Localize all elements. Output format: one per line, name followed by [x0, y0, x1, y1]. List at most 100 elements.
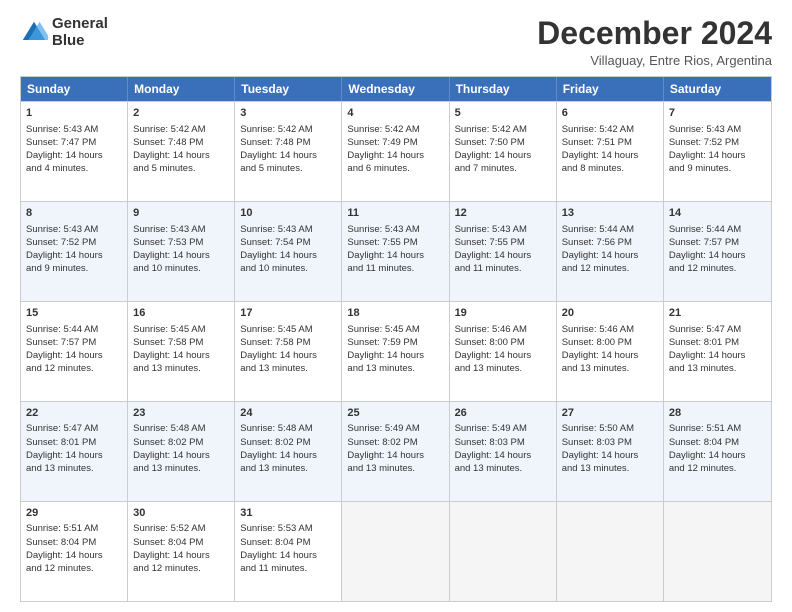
day-info-line: Sunset: 7:58 PM: [240, 336, 336, 349]
day-info-line: and 9 minutes.: [669, 162, 766, 175]
day-info-line: Sunset: 7:50 PM: [455, 136, 551, 149]
day-cell-17: 17Sunrise: 5:45 AMSunset: 7:58 PMDayligh…: [235, 302, 342, 401]
day-number: 15: [26, 306, 122, 321]
day-info-line: Sunrise: 5:45 AM: [133, 323, 229, 336]
day-info-line: Sunset: 7:52 PM: [669, 136, 766, 149]
day-info-line: Sunrise: 5:42 AM: [455, 123, 551, 136]
week-row-3: 15Sunrise: 5:44 AMSunset: 7:57 PMDayligh…: [21, 301, 771, 401]
day-number: 26: [455, 406, 551, 421]
day-info-line: Daylight: 14 hours: [26, 549, 122, 562]
day-info-line: Sunset: 7:51 PM: [562, 136, 658, 149]
day-number: 14: [669, 206, 766, 221]
title-block: December 2024 Villaguay, Entre Rios, Arg…: [537, 16, 772, 68]
day-info-line: Daylight: 14 hours: [133, 349, 229, 362]
day-info-line: and 11 minutes.: [347, 262, 443, 275]
day-cell-23: 23Sunrise: 5:48 AMSunset: 8:02 PMDayligh…: [128, 402, 235, 501]
day-cell-29: 29Sunrise: 5:51 AMSunset: 8:04 PMDayligh…: [21, 502, 128, 601]
day-info-line: Daylight: 14 hours: [26, 349, 122, 362]
day-number: 8: [26, 206, 122, 221]
day-info-line: and 5 minutes.: [240, 162, 336, 175]
day-number: 25: [347, 406, 443, 421]
day-info-line: and 13 minutes.: [240, 362, 336, 375]
logo-icon: [20, 19, 48, 47]
day-cell-19: 19Sunrise: 5:46 AMSunset: 8:00 PMDayligh…: [450, 302, 557, 401]
day-number: 24: [240, 406, 336, 421]
day-info-line: Sunset: 7:49 PM: [347, 136, 443, 149]
logo: General Blue: [20, 16, 108, 49]
header: General Blue December 2024 Villaguay, En…: [20, 16, 772, 68]
day-info-line: Sunset: 8:01 PM: [26, 436, 122, 449]
day-info-line: Sunset: 8:00 PM: [562, 336, 658, 349]
day-info-line: Sunrise: 5:53 AM: [240, 522, 336, 535]
day-info-line: Sunrise: 5:47 AM: [669, 323, 766, 336]
day-info-line: Sunrise: 5:52 AM: [133, 522, 229, 535]
day-number: 23: [133, 406, 229, 421]
day-cell-10: 10Sunrise: 5:43 AMSunset: 7:54 PMDayligh…: [235, 202, 342, 301]
day-info-line: Daylight: 14 hours: [240, 449, 336, 462]
day-info-line: Sunset: 8:03 PM: [562, 436, 658, 449]
day-number: 12: [455, 206, 551, 221]
day-header-tuesday: Tuesday: [235, 77, 342, 101]
day-info-line: and 13 minutes.: [669, 362, 766, 375]
day-info-line: Daylight: 14 hours: [133, 449, 229, 462]
empty-cell: [450, 502, 557, 601]
day-number: 1: [26, 106, 122, 121]
day-info-line: Sunrise: 5:43 AM: [26, 223, 122, 236]
day-info-line: and 13 minutes.: [562, 462, 658, 475]
day-info-line: Daylight: 14 hours: [240, 549, 336, 562]
day-info-line: Sunset: 8:04 PM: [26, 536, 122, 549]
day-info-line: Sunrise: 5:43 AM: [26, 123, 122, 136]
day-number: 6: [562, 106, 658, 121]
day-cell-18: 18Sunrise: 5:45 AMSunset: 7:59 PMDayligh…: [342, 302, 449, 401]
day-info-line: Daylight: 14 hours: [669, 349, 766, 362]
day-info-line: and 12 minutes.: [562, 262, 658, 275]
day-number: 21: [669, 306, 766, 321]
day-number: 20: [562, 306, 658, 321]
day-info-line: Daylight: 14 hours: [562, 449, 658, 462]
day-info-line: and 13 minutes.: [347, 462, 443, 475]
day-info-line: Daylight: 14 hours: [347, 149, 443, 162]
day-info-line: Sunrise: 5:48 AM: [133, 422, 229, 435]
day-info-line: Sunset: 7:48 PM: [240, 136, 336, 149]
day-info-line: and 9 minutes.: [26, 262, 122, 275]
page: General Blue December 2024 Villaguay, En…: [0, 0, 792, 612]
day-info-line: Sunrise: 5:43 AM: [669, 123, 766, 136]
day-info-line: Sunset: 7:56 PM: [562, 236, 658, 249]
day-info-line: Sunrise: 5:42 AM: [347, 123, 443, 136]
day-cell-22: 22Sunrise: 5:47 AMSunset: 8:01 PMDayligh…: [21, 402, 128, 501]
day-info-line: and 13 minutes.: [133, 462, 229, 475]
day-info-line: and 12 minutes.: [669, 262, 766, 275]
day-info-line: Sunset: 8:04 PM: [240, 536, 336, 549]
day-number: 7: [669, 106, 766, 121]
day-header-thursday: Thursday: [450, 77, 557, 101]
day-info-line: Daylight: 14 hours: [455, 149, 551, 162]
day-header-monday: Monday: [128, 77, 235, 101]
day-info-line: and 6 minutes.: [347, 162, 443, 175]
day-info-line: Sunset: 8:02 PM: [347, 436, 443, 449]
day-info-line: and 8 minutes.: [562, 162, 658, 175]
day-info-line: Sunset: 7:54 PM: [240, 236, 336, 249]
day-info-line: Sunrise: 5:51 AM: [669, 422, 766, 435]
day-info-line: Sunrise: 5:46 AM: [455, 323, 551, 336]
day-info-line: and 10 minutes.: [133, 262, 229, 275]
day-info-line: Daylight: 14 hours: [240, 149, 336, 162]
day-cell-24: 24Sunrise: 5:48 AMSunset: 8:02 PMDayligh…: [235, 402, 342, 501]
day-info-line: Sunrise: 5:43 AM: [240, 223, 336, 236]
day-number: 22: [26, 406, 122, 421]
day-cell-20: 20Sunrise: 5:46 AMSunset: 8:00 PMDayligh…: [557, 302, 664, 401]
day-info-line: Sunset: 7:58 PM: [133, 336, 229, 349]
day-info-line: Sunset: 7:52 PM: [26, 236, 122, 249]
day-info-line: Daylight: 14 hours: [133, 549, 229, 562]
day-info-line: Daylight: 14 hours: [669, 149, 766, 162]
day-info-line: and 13 minutes.: [347, 362, 443, 375]
day-info-line: Daylight: 14 hours: [455, 449, 551, 462]
day-info-line: Sunset: 8:03 PM: [455, 436, 551, 449]
calendar: SundayMondayTuesdayWednesdayThursdayFrid…: [20, 76, 772, 602]
day-info-line: Daylight: 14 hours: [455, 249, 551, 262]
day-info-line: Daylight: 14 hours: [347, 349, 443, 362]
day-cell-2: 2Sunrise: 5:42 AMSunset: 7:48 PMDaylight…: [128, 102, 235, 201]
day-info-line: Daylight: 14 hours: [347, 249, 443, 262]
day-info-line: Daylight: 14 hours: [240, 349, 336, 362]
day-info-line: Sunrise: 5:49 AM: [455, 422, 551, 435]
day-number: 5: [455, 106, 551, 121]
